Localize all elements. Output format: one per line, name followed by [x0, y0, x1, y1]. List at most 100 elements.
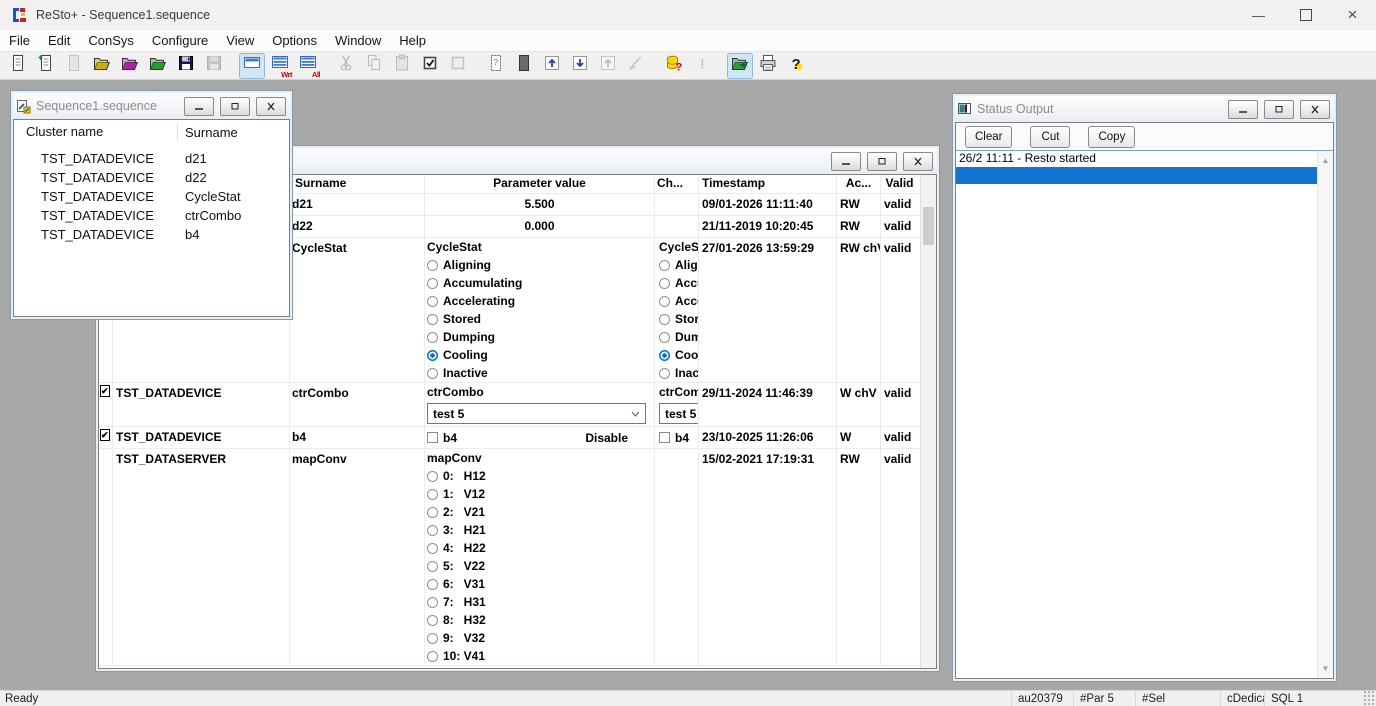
table-row[interactable]: ✔TST_DATADEVICEctrComboctrCombotest 5ctr…: [99, 383, 921, 427]
radio-option[interactable]: Dumping: [425, 328, 654, 346]
menu-configure[interactable]: Configure: [143, 33, 217, 48]
checkbox-icon[interactable]: [659, 432, 670, 443]
radio-option[interactable]: Stored: [657, 310, 698, 328]
radio-option[interactable]: 3: H21: [425, 521, 654, 539]
radio-option[interactable]: Cooling: [425, 346, 654, 364]
column-header-parametervalue[interactable]: Parameter value: [425, 175, 655, 193]
resize-grip[interactable]: [1362, 691, 1376, 706]
upload-button[interactable]: [539, 53, 565, 79]
parameter-window-restore-button[interactable]: [867, 152, 897, 171]
all-table-button[interactable]: All: [295, 53, 321, 79]
column-header-ac[interactable]: Ac...: [837, 175, 881, 193]
radio-icon[interactable]: [427, 543, 438, 554]
copy-button[interactable]: Copy: [1088, 126, 1135, 148]
combo-box[interactable]: test 5: [427, 403, 646, 424]
radio-option[interactable]: Inactive: [425, 364, 654, 382]
write-table-button[interactable]: Wrt: [267, 53, 293, 79]
radio-icon[interactable]: [659, 314, 670, 325]
row-checked-icon[interactable]: ✔: [100, 385, 110, 397]
help-button[interactable]: ?: [783, 53, 809, 79]
radio-icon[interactable]: [427, 525, 438, 536]
download-button[interactable]: [567, 53, 593, 79]
empty-box-button[interactable]: [445, 53, 471, 79]
open-run-folder-button[interactable]: [727, 53, 753, 79]
radio-option[interactable]: Accumulating: [425, 274, 654, 292]
export-page-button[interactable]: [595, 53, 621, 79]
new-from-template-button[interactable]: [33, 53, 59, 79]
scroll-up-icon[interactable]: ▲: [1318, 156, 1333, 165]
radio-option[interactable]: Aligning: [657, 256, 698, 274]
radio-selected-icon[interactable]: [659, 350, 670, 361]
radio-icon[interactable]: [659, 278, 670, 289]
radio-icon[interactable]: [427, 633, 438, 644]
scroll-down-icon[interactable]: ▼: [1318, 664, 1333, 673]
radio-icon[interactable]: [659, 296, 670, 307]
paste-button[interactable]: [389, 53, 415, 79]
document-disabled-button[interactable]: [61, 53, 87, 79]
minimize-button[interactable]: —: [1235, 0, 1282, 30]
radio-option[interactable]: Cooling: [657, 346, 698, 364]
radio-option[interactable]: 4: H22: [425, 539, 654, 557]
broom-button[interactable]: [623, 53, 649, 79]
status-output-minimize-button[interactable]: [1228, 100, 1258, 119]
open-folder-purple-button[interactable]: [117, 53, 143, 79]
print-button[interactable]: [755, 53, 781, 79]
radio-icon[interactable]: [427, 260, 438, 271]
menu-help[interactable]: Help: [390, 33, 435, 48]
radio-icon[interactable]: [427, 368, 438, 379]
open-folder-green-button[interactable]: [145, 53, 171, 79]
cut-button[interactable]: Cut: [1030, 126, 1070, 148]
radio-icon[interactable]: [427, 296, 438, 307]
column-header-ch[interactable]: Ch...: [655, 175, 699, 193]
scrollbar-thumb[interactable]: [923, 207, 934, 245]
radio-selected-icon[interactable]: [427, 350, 438, 361]
log-line-selected[interactable]: [956, 167, 1318, 184]
close-button[interactable]: ×: [1329, 0, 1376, 30]
radio-icon[interactable]: [427, 597, 438, 608]
combo-box[interactable]: test 5: [659, 403, 699, 424]
column-header-timestamp[interactable]: Timestamp: [699, 175, 837, 193]
radio-option[interactable]: Dumping: [657, 328, 698, 346]
radio-option[interactable]: 6: V31: [425, 575, 654, 593]
menu-edit[interactable]: Edit: [39, 33, 79, 48]
radio-option[interactable]: 9: V32: [425, 629, 654, 647]
window-view-button[interactable]: [239, 53, 265, 79]
radio-option[interactable]: Accelerating: [425, 292, 654, 310]
report-page-button[interactable]: ?: [483, 53, 509, 79]
radio-icon[interactable]: [659, 368, 670, 379]
radio-option[interactable]: 10: V41: [425, 647, 654, 665]
maximize-button[interactable]: [1282, 0, 1329, 30]
radio-icon[interactable]: [427, 471, 438, 482]
radio-icon[interactable]: [427, 278, 438, 289]
menu-options[interactable]: Options: [263, 33, 326, 48]
radio-icon[interactable]: [427, 579, 438, 590]
menu-file[interactable]: File: [0, 33, 39, 48]
radio-option[interactable]: 5: V22: [425, 557, 654, 575]
radio-option[interactable]: 7: H31: [425, 593, 654, 611]
sequence-window-restore-button[interactable]: [220, 97, 250, 116]
radio-option[interactable]: Stored: [425, 310, 654, 328]
table-row[interactable]: TST_DATASERVERmapConvmapConv0: H121: V12…: [99, 449, 921, 666]
exclamation-button[interactable]: !: [689, 53, 715, 79]
radio-option[interactable]: 1: V12: [425, 485, 654, 503]
vertical-scrollbar[interactable]: [920, 175, 936, 668]
sequence-window-minimize-button[interactable]: [184, 97, 214, 116]
save-disabled-button[interactable]: [201, 53, 227, 79]
list-item[interactable]: TST_DATADEVICECycleStat: [14, 187, 289, 206]
column-header-cluster-name[interactable]: Cluster name: [14, 124, 178, 140]
open-folder-yellow-button[interactable]: [89, 53, 115, 79]
menu-view[interactable]: View: [217, 33, 263, 48]
sequence-window-titlebar[interactable]: Sequence1.sequence: [13, 93, 290, 119]
list-item[interactable]: TST_DATADEVICEctrCombo: [14, 206, 289, 225]
table-row[interactable]: ✔TST_DATADEVICEb4b4Disableb423/10-2025 1…: [99, 427, 921, 449]
save-button[interactable]: [173, 53, 199, 79]
list-item[interactable]: TST_DATADEVICEb4: [14, 225, 289, 244]
status-output-restore-button[interactable]: [1264, 100, 1294, 119]
radio-option[interactable]: 2: V21: [425, 503, 654, 521]
parameter-window-close-button[interactable]: [903, 152, 933, 171]
parameter-window-minimize-button[interactable]: [831, 152, 861, 171]
radio-option[interactable]: Accumulating: [657, 274, 698, 292]
radio-icon[interactable]: [427, 489, 438, 500]
status-output-titlebar[interactable]: Status Output: [955, 96, 1334, 122]
radio-option[interactable]: Inactive: [657, 364, 698, 382]
